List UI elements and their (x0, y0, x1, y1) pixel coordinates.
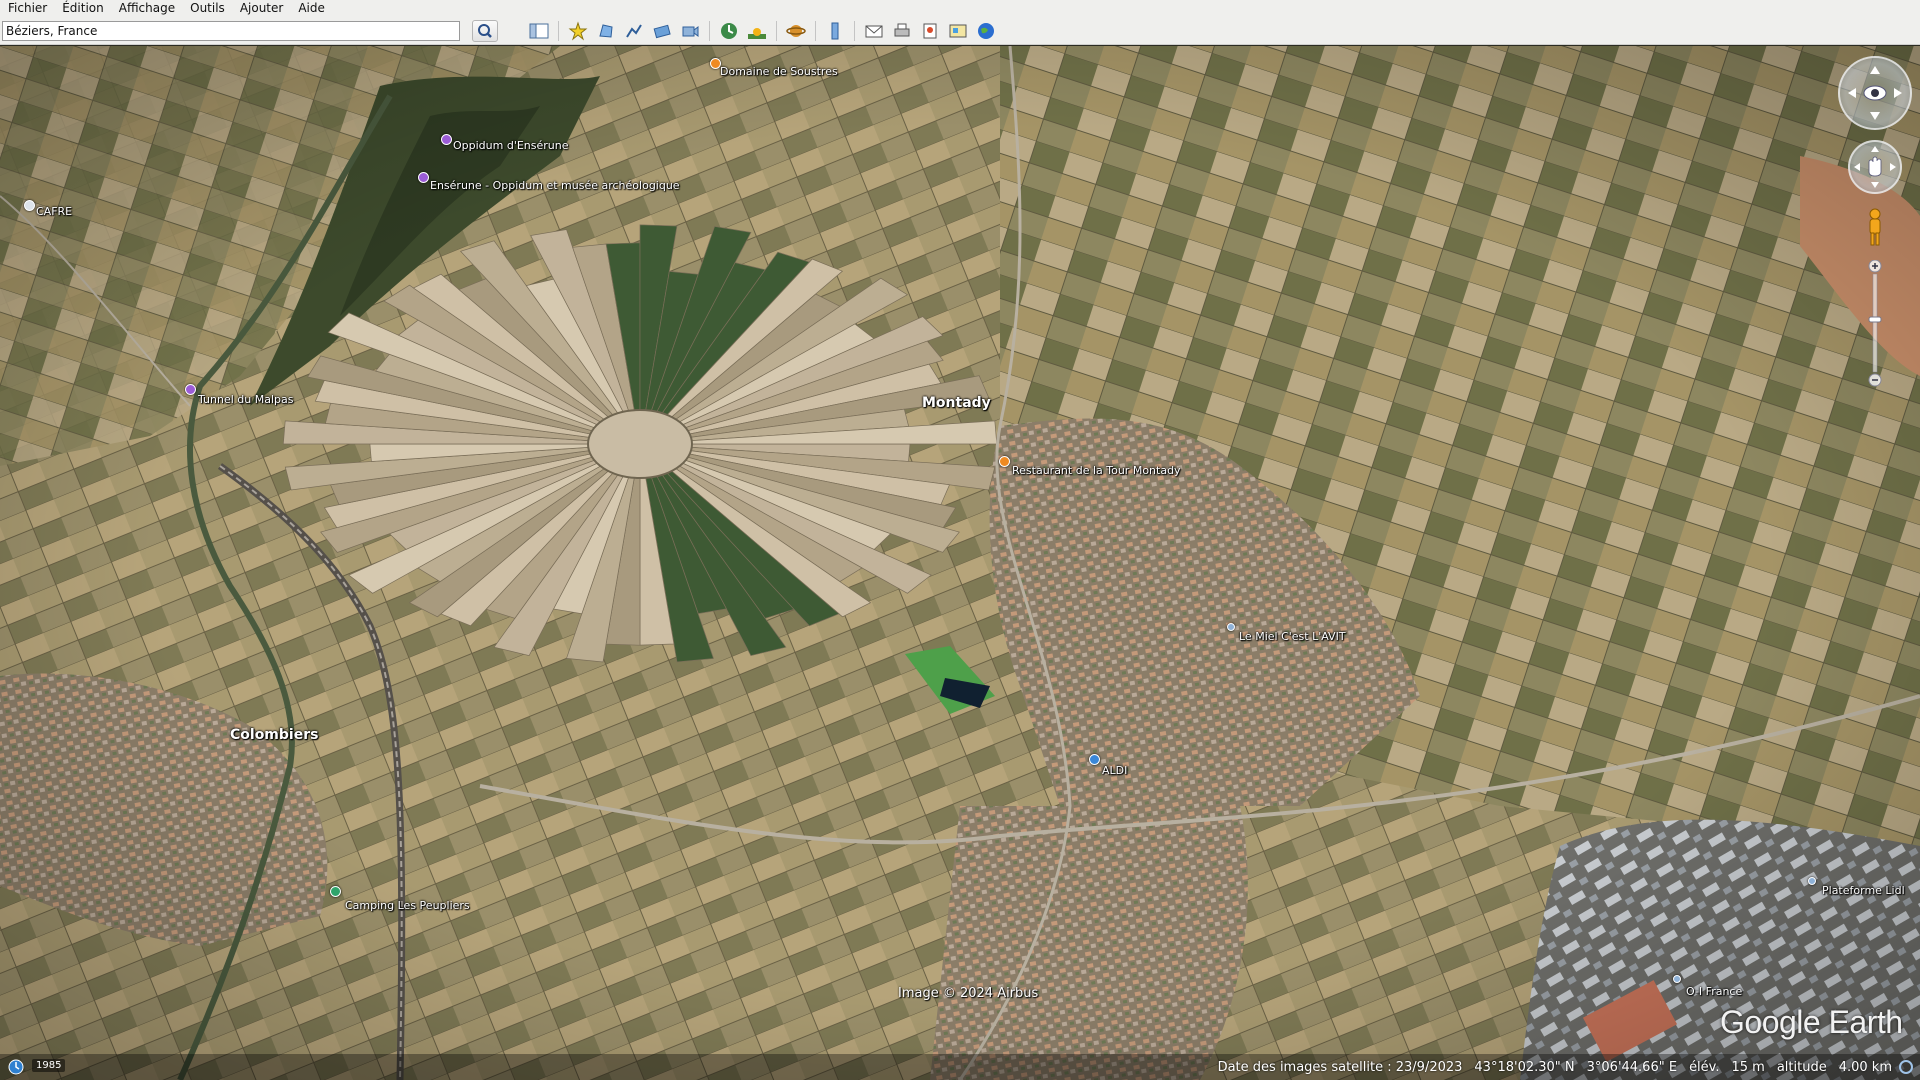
toolbar-icons (528, 20, 1003, 42)
toolbar: Béziers, France (0, 17, 1920, 45)
navigation-controls (1838, 56, 1920, 388)
altitude-label: altitude (1776, 1059, 1827, 1075)
switch-to-planets-icon (786, 25, 806, 37)
longitude-readout: 3°06'44.66" E (1586, 1059, 1678, 1075)
record-tour-button[interactable] (679, 20, 701, 42)
placemark-icon[interactable] (418, 172, 429, 183)
move-control[interactable] (1848, 140, 1902, 194)
menu-aide[interactable]: Aide (291, 0, 333, 17)
view-in-maps-icon (949, 24, 967, 38)
historical-imagery-icon[interactable] (8, 1059, 24, 1075)
hand-icon (1854, 146, 1896, 188)
search-icon (478, 24, 492, 38)
toolbar-separator (815, 21, 816, 41)
label-colombiers[interactable]: Colombiers (230, 727, 318, 743)
status-bar: 1985 Date des images satellite : 23/9/20… (0, 1054, 1920, 1080)
satellite-imagery (0, 46, 1920, 1080)
sunlight-button[interactable] (746, 20, 768, 42)
imagery-date: Date des images satellite : 23/9/2023 (1217, 1059, 1463, 1075)
earth-icon (978, 23, 994, 39)
menu-affichage[interactable]: Affichage (112, 0, 183, 17)
google-earth-logo: Google Earth (1720, 1004, 1903, 1040)
label-montady[interactable]: Montady (922, 395, 991, 411)
placemark-icon[interactable] (441, 134, 452, 145)
elevation-label: élév. (1689, 1059, 1720, 1075)
label-miel[interactable]: Le Miel C'est L'AVIT (1239, 630, 1346, 643)
search-button[interactable] (472, 20, 498, 42)
print-button[interactable] (891, 20, 913, 42)
imagery-year-badge[interactable]: 1985 (32, 1059, 66, 1072)
look-control[interactable] (1838, 56, 1912, 130)
toolbar-separator (854, 21, 855, 41)
placemark-icon[interactable] (1089, 754, 1100, 765)
toolbar-separator (776, 21, 777, 41)
add-path-button[interactable] (623, 20, 645, 42)
label-tunnel-malpas[interactable]: Tunnel du Malpas (198, 393, 293, 406)
zoom-slider[interactable] (1868, 260, 1882, 388)
vignette (0, 46, 1920, 1080)
placemark-icon[interactable] (24, 200, 35, 211)
toolbar-separator (709, 21, 710, 41)
add-placemark-button[interactable] (567, 20, 589, 42)
save-image-button[interactable] (919, 20, 941, 42)
ruler-icon (831, 22, 839, 40)
email-button[interactable] (863, 20, 885, 42)
add-image-overlay-icon (653, 24, 671, 39)
altitude-value: 4.00 km (1838, 1059, 1892, 1075)
label-domaine-soustres[interactable]: Domaine de Soustres (720, 65, 838, 78)
switch-planets-button[interactable] (785, 20, 807, 42)
menu-ajouter[interactable]: Ajouter (233, 0, 292, 17)
sidebar-toggle-icon (529, 23, 549, 39)
placemark-icon[interactable] (185, 384, 196, 395)
label-oi-france[interactable]: O-I France (1686, 985, 1742, 998)
loading-indicator-icon (1899, 1060, 1913, 1074)
label-restaurant[interactable]: Restaurant de la Tour Montady (1012, 464, 1181, 477)
sidebar-toggle-button[interactable] (528, 20, 550, 42)
add-image-overlay-button[interactable] (651, 20, 673, 42)
menu-bar: Fichier Édition Affichage Outils Ajouter… (0, 0, 1920, 17)
save-image-icon (923, 23, 937, 39)
menu-fichier[interactable]: Fichier (0, 0, 55, 17)
add-path-icon (626, 24, 642, 38)
elevation-value: 15 m (1731, 1059, 1765, 1075)
eye-icon (1848, 66, 1902, 120)
add-placemark-icon (568, 21, 588, 41)
street-view-pegman-icon[interactable] (1865, 208, 1885, 248)
email-icon (865, 25, 883, 38)
latitude-readout: 43°18'02.30" N (1474, 1059, 1575, 1075)
ruler-button[interactable] (824, 20, 846, 42)
historical-imagery-icon (721, 23, 737, 39)
record-tour-icon (682, 26, 699, 37)
search-input[interactable]: Béziers, France (2, 21, 460, 41)
print-icon (894, 23, 910, 37)
placemark-icon[interactable] (999, 456, 1010, 467)
sunlight-icon (748, 28, 766, 39)
menu-edition[interactable]: Édition (55, 0, 112, 17)
placemark-icon[interactable] (330, 886, 341, 897)
label-aldi[interactable]: ALDI (1102, 764, 1127, 777)
label-camping[interactable]: Camping Les Peupliers (345, 899, 470, 912)
toolbar-separator (558, 21, 559, 41)
placemark-icon[interactable] (1673, 975, 1681, 983)
label-cafre[interactable]: CAFRE (36, 205, 72, 218)
add-polygon-button[interactable] (595, 20, 617, 42)
label-enserune[interactable]: Ensérune - Oppidum et musée archéologiqu… (430, 179, 680, 192)
menu-outils[interactable]: Outils (183, 0, 233, 17)
status-readouts: Date des images satellite : 23/9/2023 43… (1206, 1054, 1892, 1080)
earth-button[interactable] (975, 20, 997, 42)
label-oppidum[interactable]: Oppidum d'Ensérune (453, 139, 569, 152)
placemark-icon[interactable] (1808, 877, 1816, 885)
add-polygon-icon (599, 24, 613, 38)
label-plateforme-lidl[interactable]: Plateforme Lidl (1822, 884, 1905, 897)
map-viewport[interactable]: Domaine de Soustres Oppidum d'Ensérune E… (0, 46, 1920, 1080)
imagery-copyright: Image © 2024 Airbus (898, 986, 1039, 1001)
view-in-maps-button[interactable] (947, 20, 969, 42)
placemark-icon[interactable] (1227, 623, 1235, 631)
historical-imagery-button[interactable] (718, 20, 740, 42)
